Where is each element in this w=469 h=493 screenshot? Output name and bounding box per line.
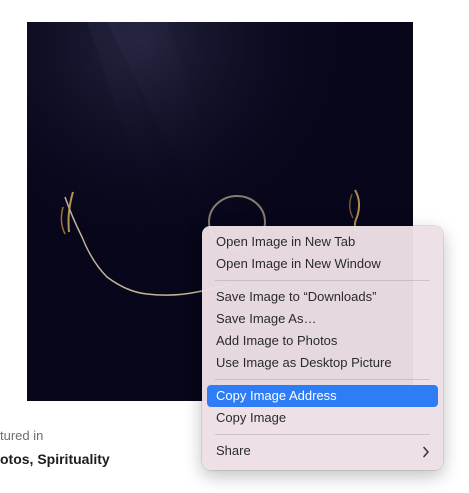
- chevron-right-icon: [422, 440, 430, 462]
- menu-separator: [215, 379, 430, 380]
- menu-item-use-as-desktop-picture[interactable]: Use Image as Desktop Picture: [207, 352, 438, 374]
- caption-tags[interactable]: otos, Spirituality: [0, 451, 110, 467]
- menu-separator: [215, 280, 430, 281]
- menu-item-save-to-downloads[interactable]: Save Image to “Downloads”: [207, 286, 438, 308]
- menu-item-open-new-tab[interactable]: Open Image in New Tab: [207, 231, 438, 253]
- context-menu: Open Image in New Tab Open Image in New …: [202, 226, 443, 470]
- menu-item-add-to-photos[interactable]: Add Image to Photos: [207, 330, 438, 352]
- menu-item-share-label: Share: [216, 443, 251, 458]
- menu-item-open-new-window[interactable]: Open Image in New Window: [207, 253, 438, 275]
- menu-item-copy-image-address[interactable]: Copy Image Address: [207, 385, 438, 407]
- menu-separator: [215, 434, 430, 435]
- page: tured in otos, Spirituality Open Image i…: [0, 0, 469, 493]
- caption-featured-label: tured in: [0, 428, 44, 443]
- menu-item-copy-image[interactable]: Copy Image: [207, 407, 438, 429]
- menu-item-share[interactable]: Share: [207, 440, 438, 462]
- menu-item-save-image-as[interactable]: Save Image As…: [207, 308, 438, 330]
